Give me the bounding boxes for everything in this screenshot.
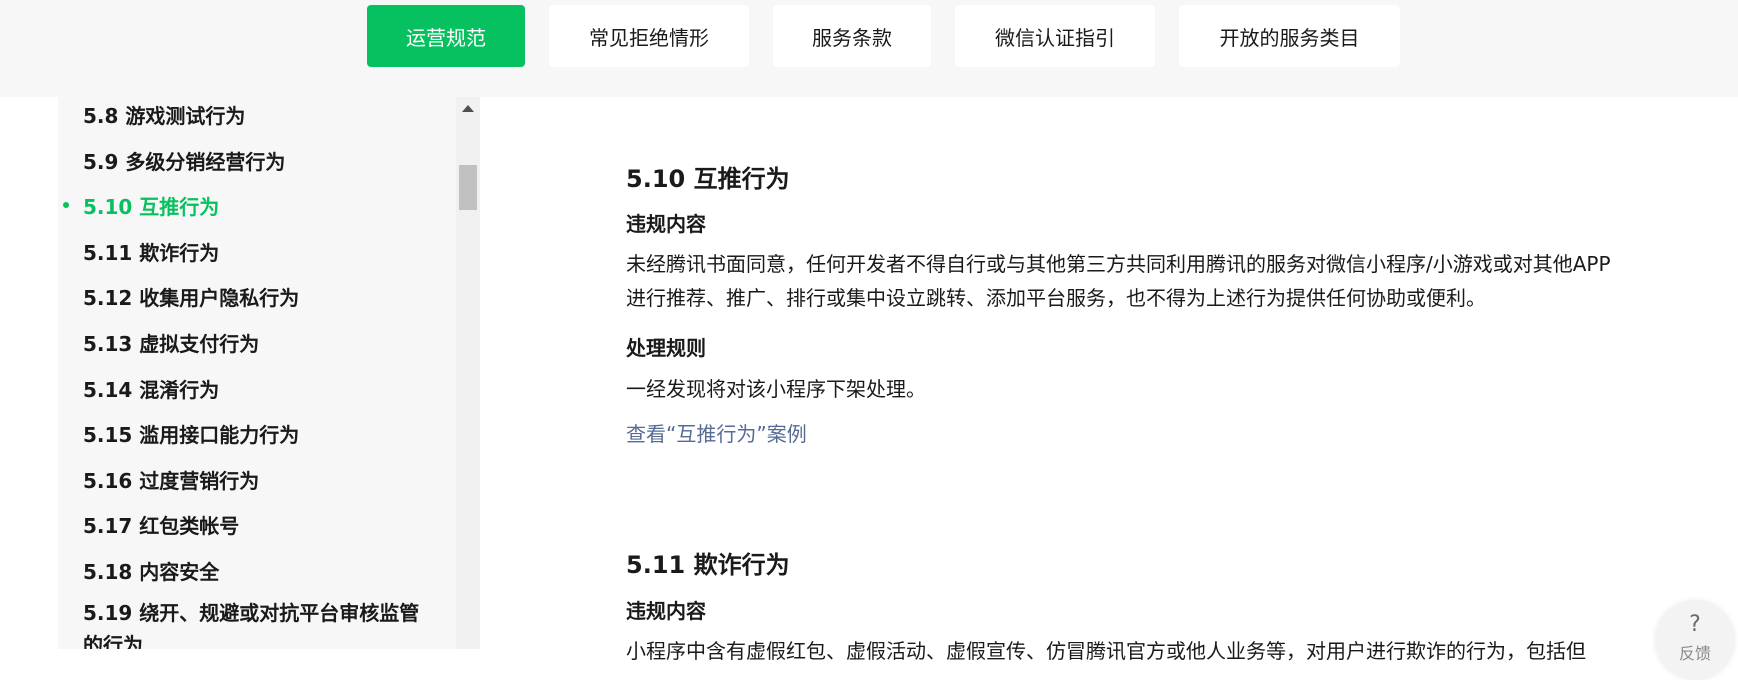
feedback-label: 反馈 bbox=[1678, 644, 1711, 663]
sidebar-item-5-14[interactable]: 5.14 混淆行为 bbox=[83, 374, 219, 403]
sidebar-item-label: 5.10 互推行为 bbox=[83, 195, 220, 219]
violation-text-5-11: 小程序中含有虚假红包、虚假活动、虚假宣传、仿冒腾讯官方或他人业务等，对用户进行欺… bbox=[626, 639, 1586, 663]
sidebar-item-5-12[interactable]: 5.12 收集用户隐私行为 bbox=[83, 282, 299, 311]
sidebar-item-5-10[interactable]: 5.10 互推行为 bbox=[63, 191, 220, 220]
sidebar-item-5-8[interactable]: 5.8 游戏测试行为 bbox=[83, 100, 245, 129]
tab-operation-rules[interactable]: 运营规范 bbox=[367, 5, 525, 67]
rule-heading: 处理规则 bbox=[626, 336, 706, 360]
violation-text: 未经腾讯书面同意，任何开发者不得自行或与其他第三方共同利用腾讯的服务对微信小程序… bbox=[626, 252, 1611, 310]
violation-heading: 违规内容 bbox=[626, 212, 706, 236]
sidebar-item-5-17[interactable]: 5.17 红包类帐号 bbox=[83, 510, 239, 539]
violation-heading-5-11: 违规内容 bbox=[626, 599, 706, 623]
tab-common-rejections[interactable]: 常见拒绝情形 bbox=[549, 5, 749, 67]
active-bullet-icon bbox=[63, 202, 69, 208]
tab-terms-of-service[interactable]: 服务条款 bbox=[773, 5, 931, 67]
feedback-button[interactable]: ? 反馈 bbox=[1655, 600, 1735, 680]
sidebar-item-5-15[interactable]: 5.15 滥用接口能力行为 bbox=[83, 419, 299, 448]
question-icon: ? bbox=[1689, 612, 1701, 637]
tab-wechat-verification-guide[interactable]: 微信认证指引 bbox=[955, 5, 1155, 67]
sidebar-item-5-13[interactable]: 5.13 虚拟支付行为 bbox=[83, 328, 259, 357]
sidebar-item-5-16[interactable]: 5.16 过度营销行为 bbox=[83, 465, 259, 494]
sidebar-item-5-18[interactable]: 5.18 内容安全 bbox=[83, 556, 219, 585]
section-title-5-11: 5.11 欺诈行为 bbox=[626, 551, 790, 579]
sidebar-item-5-11[interactable]: 5.11 欺诈行为 bbox=[83, 237, 219, 266]
scroll-up-arrow-icon[interactable] bbox=[462, 105, 474, 112]
rule-text: 一经发现将对该小程序下架处理。 bbox=[626, 377, 926, 401]
case-link[interactable]: 查看“互推行为”案例 bbox=[626, 418, 807, 447]
main-content: 5.10 互推行为 违规内容 未经腾讯书面同意，任何开发者不得自行或与其他第三方… bbox=[626, 97, 1626, 663]
sidebar-item-5-9[interactable]: 5.9 多级分销经营行为 bbox=[83, 146, 285, 175]
scrollbar-thumb[interactable] bbox=[459, 165, 477, 210]
sidebar-item-5-19[interactable]: 5.19 绕开、规避或对抗平台审核监管的行为 bbox=[83, 597, 423, 649]
sidebar-scrollbar[interactable] bbox=[456, 97, 480, 649]
tab-open-service-categories[interactable]: 开放的服务类目 bbox=[1179, 5, 1400, 67]
top-tab-bar: 运营规范 常见拒绝情形 服务条款 微信认证指引 开放的服务类目 bbox=[0, 0, 1738, 97]
sidebar-toc: 5.8 游戏测试行为 5.9 多级分销经营行为 5.10 互推行为 5.11 欺… bbox=[58, 97, 456, 649]
section-title-5-10: 5.10 互推行为 bbox=[626, 165, 790, 193]
